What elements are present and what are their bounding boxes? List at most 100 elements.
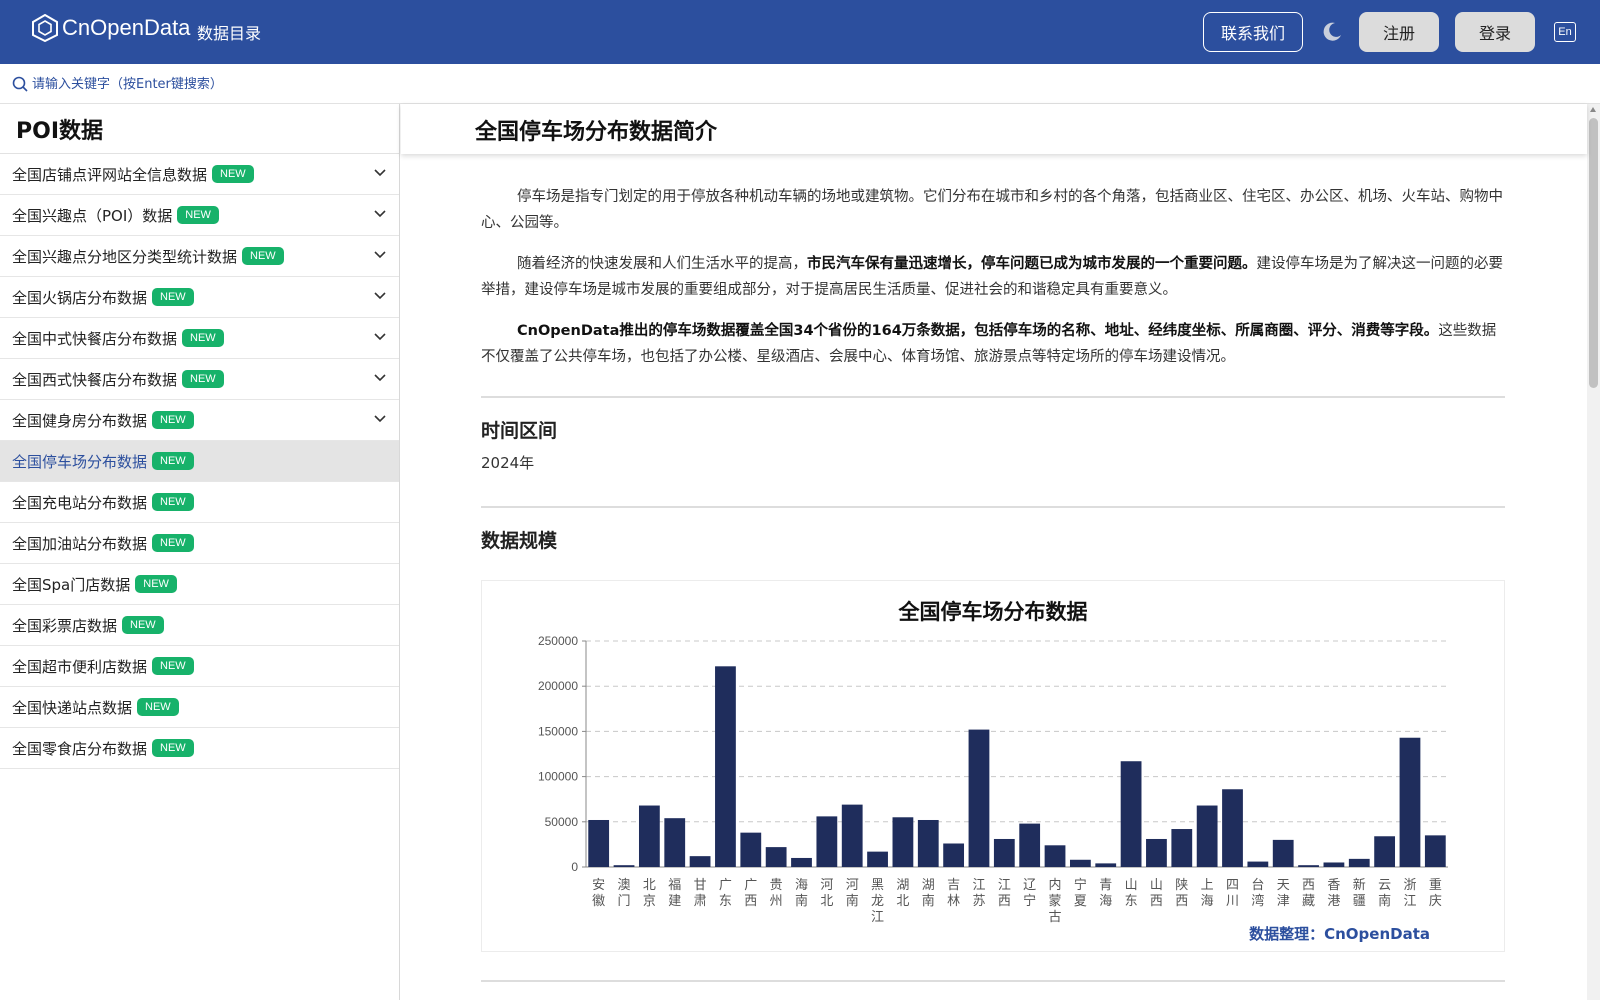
x-tick-label: 重庆: [1429, 877, 1442, 909]
x-tick-label: 江苏: [972, 878, 985, 909]
x-tick-label: 河北: [820, 878, 833, 909]
new-badge: NEW: [182, 370, 224, 388]
chart-bar: [1069, 859, 1091, 867]
sidebar-item[interactable]: 全国零食店分布数据 NEW: [0, 728, 399, 769]
sidebar-item-label: 全国兴趣点（POI）数据: [12, 206, 173, 225]
sidebar-item[interactable]: 全国店铺点评网站全信息数据 NEW: [0, 154, 399, 195]
sidebar-title: POI数据: [0, 104, 399, 154]
sidebar-item[interactable]: 全国兴趣点分地区分类型统计数据 NEW: [0, 236, 399, 277]
chart-bar: [1424, 835, 1446, 867]
chart-bar: [1348, 858, 1370, 867]
parking-distribution-bar-chart: 全国停车场分布数据 0 50000 100000 150000 200000 250000 安…: [538, 600, 1448, 943]
x-tick-label: 甘肃: [694, 878, 707, 909]
chart-credit: 数据整理：CnOpenData: [1249, 925, 1430, 943]
sidebar-item-label: 全国健身房分布数据: [12, 411, 148, 430]
sidebar-item[interactable]: 全国快递站点数据 NEW: [0, 687, 399, 728]
chart-container: 全国停车场分布数据 0 50000 100000 150000 200000 250000 安…: [481, 580, 1505, 952]
new-badge: NEW: [152, 493, 194, 511]
new-badge: NEW: [177, 206, 219, 224]
sidebar-item-label: 全国中式快餐店分布数据: [12, 329, 178, 348]
sidebar-item-label: 全国加油站分布数据: [12, 534, 148, 553]
x-tick-label: 海南: [795, 878, 808, 909]
sidebar-item-label: 全国西式快餐店分布数据: [12, 370, 178, 389]
new-badge: NEW: [242, 247, 284, 265]
logo-text: CnOpenData: [62, 15, 191, 40]
x-tick-label: 湖南: [922, 878, 935, 909]
nav-data-catalog[interactable]: 数据目录: [197, 20, 261, 44]
moon-icon[interactable]: [1320, 20, 1344, 44]
content-header: 全国停车场分布数据简介: [401, 104, 1587, 154]
sidebar-item[interactable]: 全国健身房分布数据 NEW: [0, 400, 399, 441]
chevron-down-icon[interactable]: [373, 332, 387, 342]
register-button[interactable]: 注册: [1359, 12, 1439, 52]
p2-text-a: 随着经济的快速发展和人们生活水平的提高，: [517, 256, 807, 272]
top-navbar: CnOpenData 数据目录 联系我们 注册 登录 En: [0, 0, 1600, 64]
sidebar-item[interactable]: 全国停车场分布数据 NEW: [0, 441, 399, 482]
chart-title: 全国停车场分布数据: [898, 600, 1088, 624]
chart-bar: [943, 843, 965, 867]
new-badge: NEW: [152, 739, 194, 757]
y-tick-label: 50000: [545, 815, 579, 829]
sidebar-item[interactable]: 全国兴趣点（POI）数据 NEW: [0, 195, 399, 236]
intro-paragraph-2: 随着经济的快速发展和人们生活水平的提高，市民汽车保有量迅速增长，停车问题已成为城…: [481, 251, 1505, 303]
sidebar-item[interactable]: 全国西式快餐店分布数据 NEW: [0, 359, 399, 400]
chart-bar: [1323, 862, 1345, 867]
sidebar-item[interactable]: 全国彩票店数据 NEW: [0, 605, 399, 646]
chart-bar: [993, 838, 1015, 867]
x-tick-label: 吉林: [947, 878, 960, 909]
sidebar-item[interactable]: 全国充电站分布数据 NEW: [0, 482, 399, 523]
sidebar-item-label: 全国零食店分布数据: [12, 739, 148, 758]
scrollbar[interactable]: [1587, 104, 1600, 1000]
time-range-value: 2024年: [481, 454, 535, 472]
contact-us-button[interactable]: 联系我们: [1203, 12, 1303, 52]
chart-bar: [1171, 829, 1193, 867]
intro-paragraph-3: CnOpenData推出的停车场数据覆盖全国34个省份的164万条数据，包括停车…: [481, 318, 1505, 370]
chevron-down-icon[interactable]: [373, 291, 387, 301]
sidebar-item[interactable]: 全国Spa门店数据 NEW: [0, 564, 399, 605]
new-badge: NEW: [137, 698, 179, 716]
x-tick-label: 宁夏: [1074, 877, 1087, 909]
new-badge: NEW: [152, 411, 194, 429]
search-bar: [0, 64, 1600, 104]
scrollbar-thumb[interactable]: [1589, 118, 1598, 388]
chevron-down-icon[interactable]: [373, 209, 387, 219]
new-badge: NEW: [152, 452, 194, 470]
x-tick-label: 青海: [1099, 878, 1112, 909]
scroll-up-arrow-icon[interactable]: [1590, 107, 1596, 112]
divider: [481, 506, 1505, 508]
x-tick-label: 上海: [1201, 878, 1214, 909]
chart-bar: [1272, 839, 1294, 867]
x-tick-label: 香港: [1327, 878, 1340, 909]
chevron-down-icon[interactable]: [373, 373, 387, 383]
chevron-down-icon[interactable]: [373, 414, 387, 424]
x-tick-label: 安徽: [592, 878, 605, 909]
login-button[interactable]: 登录: [1455, 12, 1535, 52]
hexagon-logo-icon: [32, 14, 58, 42]
chart-bar: [892, 817, 914, 867]
chevron-down-icon[interactable]: [373, 168, 387, 178]
x-tick-label: 四川: [1226, 878, 1239, 909]
chart-bar: [1374, 836, 1396, 867]
chart-bar: [791, 857, 812, 867]
x-tick-label: 天津: [1277, 878, 1290, 909]
sidebar-item-label: 全国店铺点评网站全信息数据: [12, 165, 208, 184]
logo[interactable]: CnOpenData: [32, 14, 190, 42]
x-tick-label: 河南: [846, 878, 859, 909]
time-range-heading: 时间区间: [481, 420, 558, 442]
search-input[interactable]: [32, 72, 432, 96]
sidebar-item-label: 全国超市便利店数据: [12, 657, 148, 676]
sidebar-item-label: 全国快递站点数据: [12, 698, 133, 717]
chevron-down-icon[interactable]: [373, 250, 387, 260]
chart-bar: [1146, 838, 1167, 867]
language-toggle[interactable]: En: [1554, 22, 1576, 42]
y-tick-label: 150000: [538, 724, 578, 738]
x-tick-label: 福建: [668, 878, 681, 909]
sidebar-item[interactable]: 全国超市便利店数据 NEW: [0, 646, 399, 687]
sidebar-item[interactable]: 全国加油站分布数据 NEW: [0, 523, 399, 564]
sidebar-item-label: 全国Spa门店数据: [12, 575, 131, 594]
chart-bar: [1399, 737, 1421, 867]
page-title: 全国停车场分布数据简介: [475, 120, 718, 145]
chart-bar: [1120, 761, 1142, 867]
sidebar-item[interactable]: 全国火锅店分布数据 NEW: [0, 277, 399, 318]
sidebar-item[interactable]: 全国中式快餐店分布数据 NEW: [0, 318, 399, 359]
